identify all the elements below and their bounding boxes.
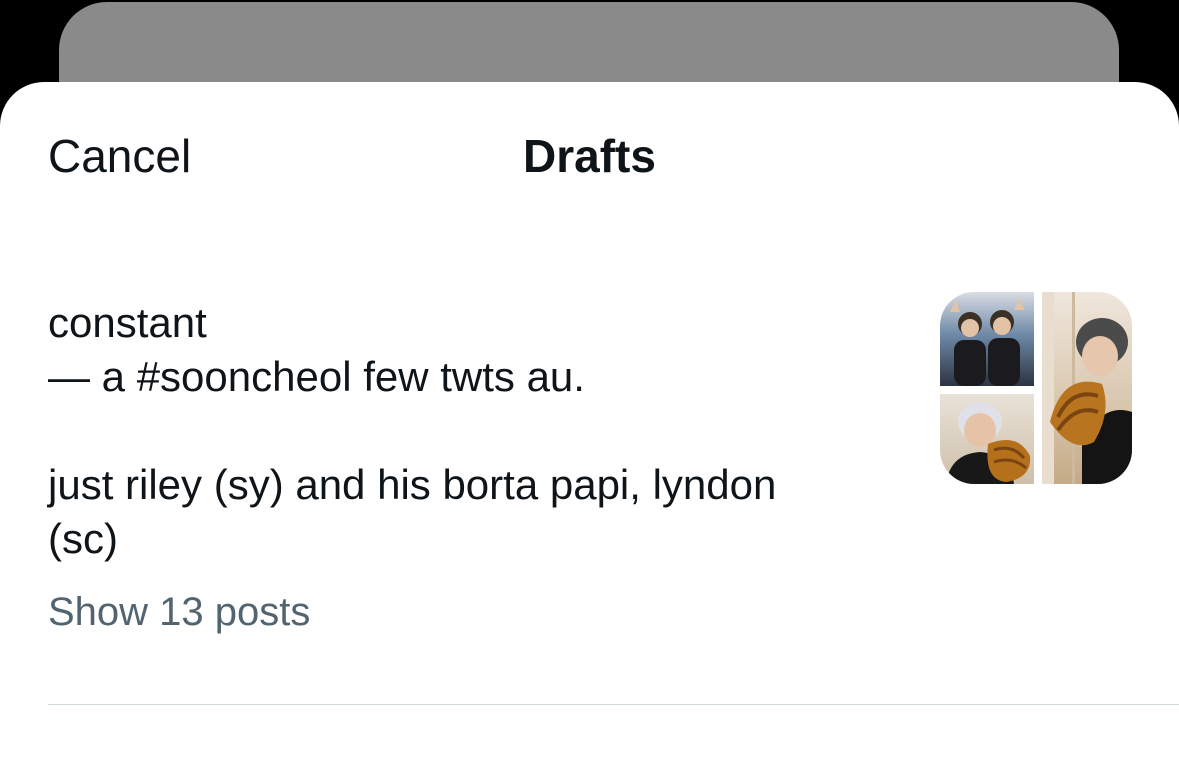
sheet-header: Cancel Drafts	[0, 82, 1179, 232]
media-thumbnail	[940, 292, 1034, 386]
drafts-sheet: Cancel Drafts constant — a #sooncheol fe…	[0, 82, 1179, 782]
draft-item[interactable]: constant — a #sooncheol few twts au. jus…	[0, 288, 1179, 708]
page-title: Drafts	[523, 130, 656, 182]
show-posts-link[interactable]: Show 13 posts	[48, 588, 310, 636]
draft-media-thumbnails[interactable]	[940, 292, 1132, 484]
draft-text: constant — a #sooncheol few twts au. jus…	[48, 299, 777, 562]
media-thumbnail	[940, 394, 1034, 484]
media-thumbnail	[1042, 292, 1132, 484]
divider	[48, 704, 1179, 705]
